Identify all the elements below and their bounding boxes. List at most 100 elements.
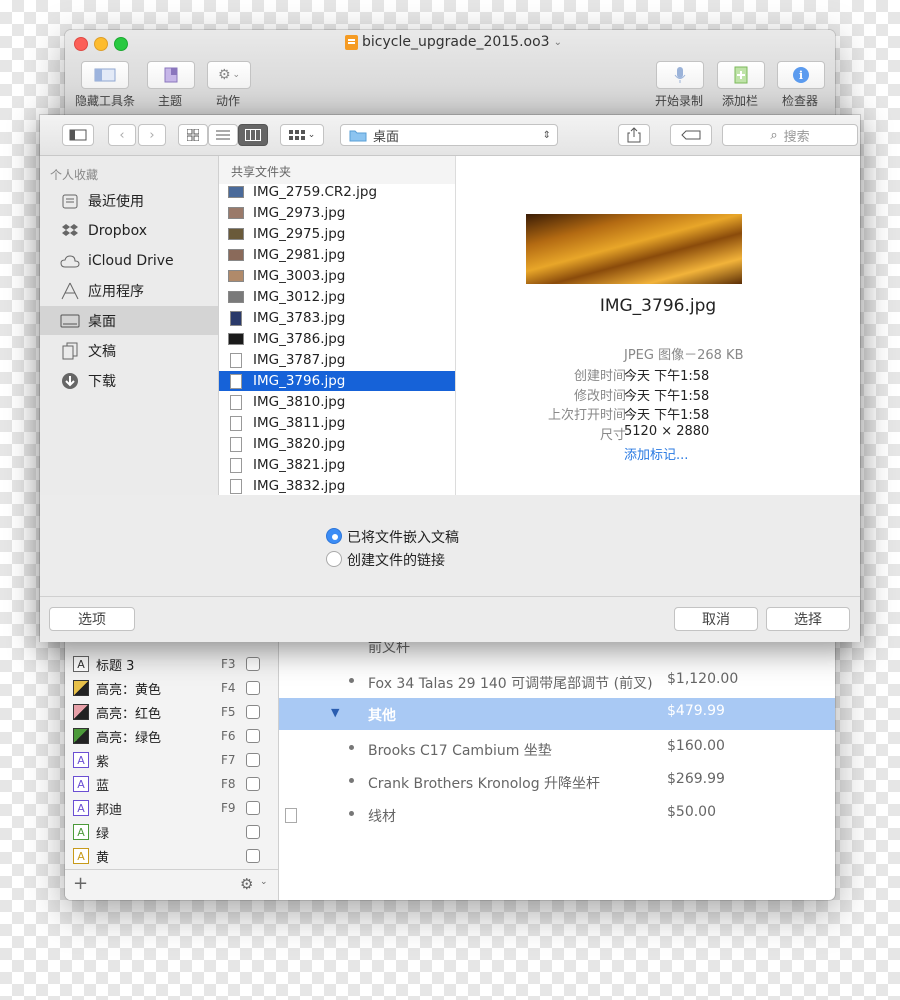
preview-kind-size: JPEG 图像－268 KB <box>624 348 744 363</box>
tags-button[interactable] <box>670 124 712 146</box>
forward-button[interactable]: › <box>138 124 166 146</box>
file-row[interactable]: IMG_3787.jpg <box>219 350 455 370</box>
microphone-icon <box>674 67 686 83</box>
style-checkbox[interactable] <box>246 753 260 767</box>
style-checkbox[interactable] <box>246 681 260 695</box>
file-name: IMG_3832.jpg <box>253 478 346 494</box>
file-row[interactable]: IMG_3012.jpg <box>219 287 455 307</box>
sidebar-item-label: iCloud Drive <box>88 252 174 269</box>
add-tags-link[interactable]: 添加标记... <box>624 444 688 463</box>
style-row[interactable]: A 标题 3 F3 <box>73 653 273 675</box>
bullet-icon[interactable] <box>349 778 354 783</box>
inspector-button[interactable]: i <box>777 61 825 89</box>
close-window-button[interactable] <box>74 37 88 51</box>
file-row[interactable]: IMG_3003.jpg <box>219 266 455 286</box>
sidebar-toggle-button[interactable] <box>62 124 94 146</box>
bullet-icon[interactable] <box>349 678 354 683</box>
outline-row-selected[interactable]: ▼ 其他 $479.99 <box>279 698 835 730</box>
file-row[interactable]: IMG_3810.jpg <box>219 392 455 412</box>
style-checkbox[interactable] <box>246 657 260 671</box>
file-row[interactable]: IMG_2975.jpg <box>219 224 455 244</box>
document-thumbnail-icon <box>230 457 242 473</box>
style-checkbox[interactable] <box>246 729 260 743</box>
style-checkbox[interactable] <box>246 801 260 815</box>
document-title[interactable]: bicycle_upgrade_2015.oo3 ⌄ <box>345 34 562 50</box>
outline-row[interactable]: Crank Brothers Kronolog 升降坐杆 $269.99 <box>279 766 835 798</box>
style-row[interactable]: A 邦迪 F9 <box>73 797 273 819</box>
file-name: IMG_3783.jpg <box>253 310 346 326</box>
outline-row[interactable]: Fox 34 Talas 29 140 可调带尾部调节 (前叉) $1,120.… <box>279 666 835 698</box>
minimize-window-button[interactable] <box>94 37 108 51</box>
sidebar-item-applications[interactable]: 应用程序 <box>40 276 218 305</box>
cancel-button[interactable]: 取消 <box>674 607 758 631</box>
theme-icon <box>164 67 178 83</box>
embed-radio[interactable] <box>326 528 342 544</box>
document-icon <box>345 34 358 50</box>
theme-button[interactable] <box>147 61 195 89</box>
arrange-button[interactable]: ⌄ <box>280 124 324 146</box>
style-row[interactable]: 高亮：红色 F5 <box>73 701 273 723</box>
link-radio[interactable] <box>326 551 342 567</box>
embed-radio-label[interactable]: 已将文件嵌入文稿 <box>347 527 459 547</box>
file-row[interactable]: IMG_3820.jpg <box>219 434 455 454</box>
choose-button[interactable]: 选择 <box>766 607 850 631</box>
sidebar-item-label: 应用程序 <box>88 283 144 300</box>
style-checkbox[interactable] <box>246 825 260 839</box>
style-row[interactable]: 高亮：绿色 F6 <box>73 725 273 747</box>
share-button[interactable] <box>618 124 650 146</box>
style-checkbox[interactable] <box>246 705 260 719</box>
file-row[interactable]: IMG_2759.CR2.jpg <box>219 182 455 202</box>
zoom-window-button[interactable] <box>114 37 128 51</box>
bullet-icon[interactable] <box>349 745 354 750</box>
file-row-selected[interactable]: IMG_3796.jpg <box>219 371 455 391</box>
file-name: IMG_3820.jpg <box>253 436 346 452</box>
outline-row[interactable]: Brooks C17 Cambium 坐垫 $160.00 <box>279 733 835 765</box>
add-column-button[interactable] <box>717 61 765 89</box>
file-row[interactable]: IMG_3786.jpg <box>219 329 455 349</box>
start-recording-button[interactable] <box>656 61 704 89</box>
icon-view-button[interactable] <box>178 124 208 146</box>
file-row[interactable]: IMG_2973.jpg <box>219 203 455 223</box>
column-view-button[interactable] <box>238 124 268 146</box>
back-button[interactable]: ‹ <box>108 124 136 146</box>
file-row[interactable]: IMG_2981.jpg <box>219 245 455 265</box>
sidebar-item-downloads[interactable]: 下载 <box>40 366 218 395</box>
style-row[interactable]: A 蓝 F8 <box>73 773 273 795</box>
options-button[interactable]: 选项 <box>49 607 135 631</box>
search-field[interactable]: ⌕ 搜索 <box>722 124 858 146</box>
yellow-highlight-swatch-icon <box>73 680 89 696</box>
bullet-icon[interactable] <box>349 811 354 816</box>
sidebar-item-icloud[interactable]: iCloud Drive <box>40 246 218 275</box>
style-label: 高亮：绿色 <box>96 730 162 746</box>
image-thumbnail-icon <box>228 270 244 282</box>
style-shortcut: F8 <box>221 777 236 791</box>
link-radio-label[interactable]: 创建文件的链接 <box>347 550 445 570</box>
style-row[interactable]: A 黄 <box>73 845 273 867</box>
sidebar-item-desktop[interactable]: 桌面 <box>40 306 218 335</box>
style-checkbox[interactable] <box>246 777 260 791</box>
style-checkbox[interactable] <box>246 849 260 863</box>
text-style-icon: A <box>73 776 89 792</box>
style-row[interactable]: A 紫 F7 <box>73 749 273 771</box>
add-style-button[interactable]: + <box>73 873 88 894</box>
file-row[interactable]: IMG_3811.jpg <box>219 413 455 433</box>
file-name: IMG_3003.jpg <box>253 268 346 284</box>
note-icon[interactable] <box>285 808 297 823</box>
file-row[interactable]: IMG_3783.jpg <box>219 308 455 328</box>
list-view-button[interactable] <box>208 124 238 146</box>
meta-value: 今天 下午1:58 <box>624 389 710 404</box>
location-popup[interactable]: 桌面 ⇕ <box>340 124 558 146</box>
sidebar-item-recents[interactable]: 最近使用 <box>40 186 218 215</box>
style-row[interactable]: A 绿 <box>73 821 273 843</box>
action-button[interactable]: ⚙ ⌄ <box>207 61 251 89</box>
file-row[interactable]: IMG_3821.jpg <box>219 455 455 475</box>
outline-row[interactable]: 线材 $50.00 <box>279 799 835 831</box>
hide-toolbar-button[interactable] <box>81 61 129 89</box>
disclosure-triangle-icon[interactable]: ▼ <box>331 706 339 719</box>
sidebar-item-dropbox[interactable]: Dropbox <box>40 216 218 245</box>
style-row[interactable]: 高亮：黄色 F4 <box>73 677 273 699</box>
document-thumbnail-icon <box>230 478 242 494</box>
gear-icon[interactable]: ⚙ <box>240 875 253 893</box>
sidebar-item-documents[interactable]: 文稿 <box>40 336 218 365</box>
file-row[interactable]: IMG_3832.jpg <box>219 476 455 495</box>
